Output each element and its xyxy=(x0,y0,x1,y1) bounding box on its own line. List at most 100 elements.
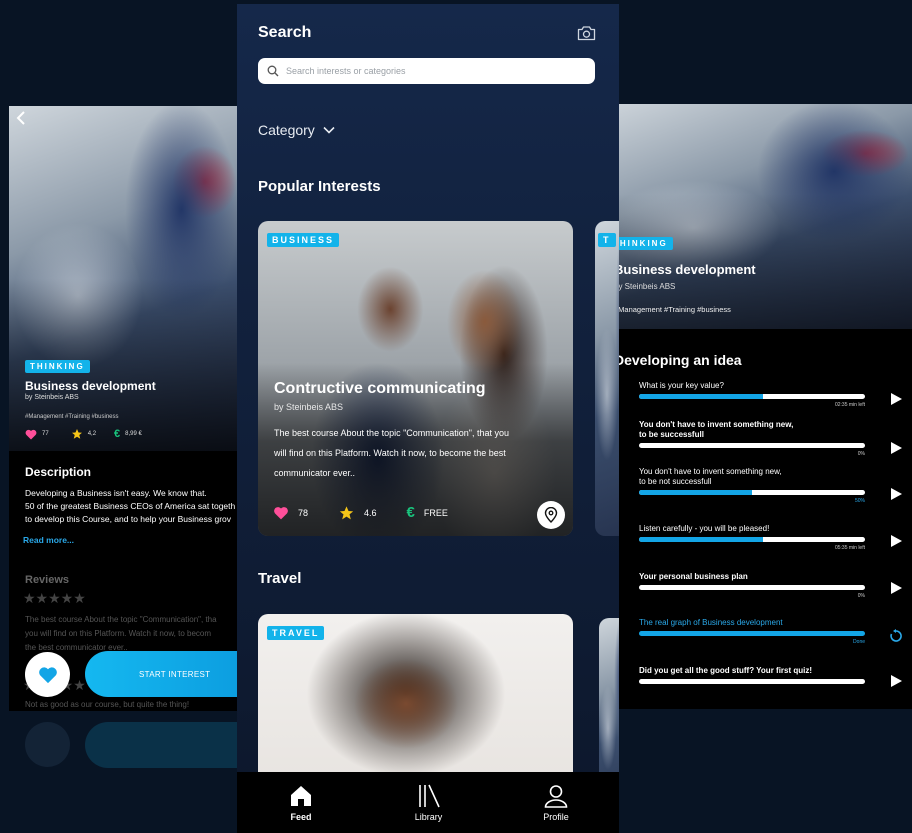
course-lessons-screen: THINKING Business development by Steinbe… xyxy=(600,104,912,709)
category-badge: BUSINESS xyxy=(267,233,340,247)
replay-icon[interactable] xyxy=(889,629,903,643)
review-stars: ★★★★★ xyxy=(23,590,86,606)
heart-icon[interactable] xyxy=(25,429,37,440)
lesson-progress-fill xyxy=(639,631,865,636)
lesson-item[interactable]: Listen carefully - you will be pleased! 0… xyxy=(639,524,865,551)
interest-card-peek[interactable]: T xyxy=(595,221,619,536)
review-line: The best course About the topic "Communi… xyxy=(25,615,217,624)
search-input[interactable] xyxy=(286,66,576,76)
section-title: Developing an idea xyxy=(614,352,742,368)
course-tags: #Management #Training #business xyxy=(614,305,731,314)
lesson-progress-bar xyxy=(639,537,865,542)
card-description-line: communicator ever.. xyxy=(274,468,356,478)
lesson-item[interactable]: You don't have to invent something new, t… xyxy=(639,467,865,504)
review-line: you will find on this Platform. Watch it… xyxy=(25,629,212,638)
course-stats: 77 4,2 € 8,99 € xyxy=(25,428,142,440)
play-icon[interactable] xyxy=(889,581,903,595)
course-detail-screen: THINKING Business development by Steinbe… xyxy=(9,106,239,711)
description-line: to develop this Course, and to help your… xyxy=(25,514,232,524)
tab-profile[interactable]: Profile xyxy=(536,772,576,833)
lesson-progress-fill xyxy=(639,537,764,542)
course-tags: #Management #Training #business xyxy=(25,414,119,420)
euro-icon: € xyxy=(406,504,415,521)
lesson-title: What is your key value? xyxy=(639,381,724,390)
lesson-progress-bar xyxy=(639,679,865,684)
start-interest-button[interactable]: START INTEREST xyxy=(85,651,239,697)
reviews-title: Reviews xyxy=(25,574,70,586)
profile-icon xyxy=(544,785,568,808)
interest-card[interactable]: BUSINESS Contructive communicating by St… xyxy=(258,221,573,536)
lesson-item[interactable]: What is your key value? 02:35 min left xyxy=(639,381,865,408)
course-author: by Steinbeis ABS xyxy=(25,394,79,401)
category-dropdown[interactable]: Category xyxy=(258,122,335,138)
euro-icon: € xyxy=(114,428,121,440)
play-icon[interactable] xyxy=(889,674,903,688)
lesson-title: Your personal business plan xyxy=(639,572,748,581)
chevron-down-icon xyxy=(323,126,335,134)
review-line: Not as good as our course, but quite the… xyxy=(25,700,190,709)
card-title: Contructive communicating xyxy=(274,380,486,397)
lesson-progress-bar xyxy=(639,394,865,399)
library-icon xyxy=(418,784,440,808)
lesson-progress-bar xyxy=(639,490,865,495)
favorite-button-reflection xyxy=(25,722,70,767)
lesson-title: Listen carefully - you will be pleased! xyxy=(639,524,770,533)
lesson-meta: 02:35 min left xyxy=(834,402,865,408)
card-stats: 78 4.6 € FREE xyxy=(273,504,478,521)
course-author: by Steinbeis ABS xyxy=(614,282,676,291)
star-icon xyxy=(339,505,354,519)
price-stat: € FREE xyxy=(407,504,448,521)
location-button[interactable] xyxy=(537,501,565,529)
category-badge: TRAVEL xyxy=(267,626,325,640)
likes-stat: 78 xyxy=(273,506,308,520)
likes-count: 78 xyxy=(298,507,309,518)
lesson-item[interactable]: Your personal business plan 0% xyxy=(639,572,865,599)
section-title: Travel xyxy=(258,570,302,587)
tab-feed[interactable]: Feed xyxy=(281,772,321,833)
lesson-item[interactable]: Did you get all the good stuff? Your fir… xyxy=(639,666,865,684)
price-value: 8,99 € xyxy=(125,431,142,437)
lesson-title: Did you get all the good stuff? Your fir… xyxy=(639,666,813,675)
play-icon[interactable] xyxy=(889,534,903,548)
tab-label: Library xyxy=(414,812,443,822)
card-author: by Steinbeis ABS xyxy=(274,402,344,412)
heart-icon[interactable] xyxy=(273,506,289,520)
lesson-progress-bar xyxy=(639,585,865,590)
lesson-title: You don't have to invent something new, xyxy=(639,467,782,476)
lesson-item[interactable]: The real graph of Business development Do… xyxy=(639,618,865,645)
price-value: FREE xyxy=(423,507,448,518)
description-line: 50 of the greatest Business CEOs of Amer… xyxy=(25,501,236,511)
lesson-title: to be successfull xyxy=(639,430,704,439)
lesson-meta: 50% xyxy=(854,498,865,504)
card-description-line: The best course About the topic "Communi… xyxy=(274,428,510,438)
course-title: Business development xyxy=(614,262,756,277)
lesson-meta: 0% xyxy=(857,451,865,457)
heart-icon xyxy=(38,666,57,683)
back-arrow-icon[interactable] xyxy=(14,110,28,126)
lesson-title: You don't have to invent something new, xyxy=(639,420,794,429)
read-more-link[interactable]: Read more... xyxy=(23,535,74,545)
rating-stat: 4.6 xyxy=(338,505,377,521)
search-bar[interactable] xyxy=(258,58,595,84)
card-description-line: will find on this Platform. Watch it now… xyxy=(274,448,506,458)
lesson-progress-bar xyxy=(639,631,865,636)
play-icon[interactable] xyxy=(889,487,903,501)
camera-icon[interactable] xyxy=(577,25,596,41)
favorite-button[interactable] xyxy=(25,652,70,697)
rating-value: 4,2 xyxy=(87,431,97,437)
lesson-item[interactable]: You don't have to invent something new, t… xyxy=(639,420,865,457)
location-pin-icon xyxy=(544,507,558,523)
lesson-progress-bar xyxy=(639,443,865,448)
section-title: Popular Interests xyxy=(258,178,381,195)
search-icon xyxy=(267,65,279,77)
play-icon[interactable] xyxy=(889,392,903,406)
category-badge-peek: T xyxy=(598,233,616,247)
play-icon[interactable] xyxy=(889,441,903,455)
category-label: Category xyxy=(258,122,315,138)
lesson-meta: Done xyxy=(853,639,865,645)
course-hero-image xyxy=(600,104,912,329)
description-title: Description xyxy=(25,465,92,479)
tab-library[interactable]: Library xyxy=(409,772,449,833)
lesson-progress-fill xyxy=(639,490,752,495)
start-button-reflection xyxy=(85,722,239,768)
